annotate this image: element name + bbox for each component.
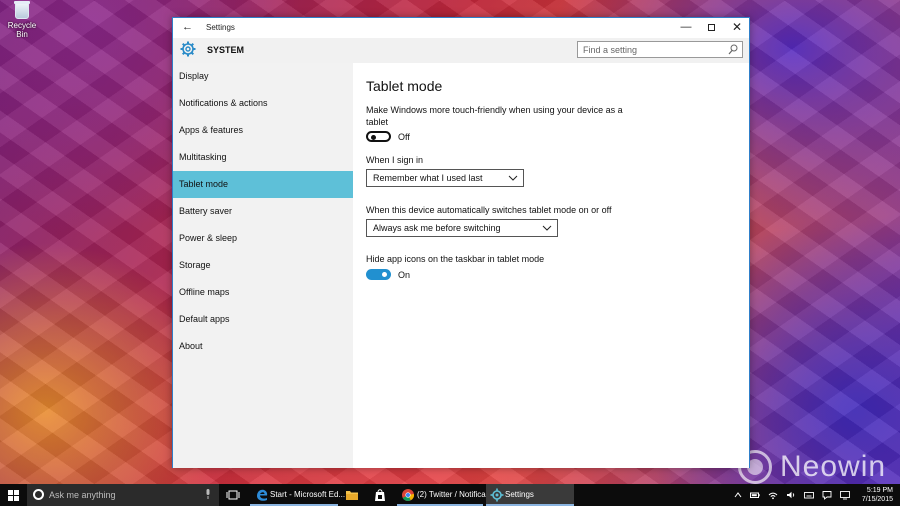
maximize-button[interactable] (698, 20, 724, 36)
notifications-icon[interactable] (822, 490, 832, 500)
sidebar-item-battery-saver[interactable]: Battery saver (173, 198, 353, 225)
hide-icons-label: Hide app icons on the taskbar in tablet … (366, 254, 545, 264)
neowin-watermark: Neowin (738, 450, 886, 484)
touch-friendly-description-line1: Make Windows more touch-friendly when us… (366, 105, 623, 115)
recycle-bin-label: Recycle Bin (7, 21, 37, 39)
start-button[interactable] (0, 484, 27, 506)
sidebar-item-multitasking[interactable]: Multitasking (173, 144, 353, 171)
windows-logo-icon (8, 490, 19, 501)
battery-icon[interactable] (750, 490, 760, 500)
sidebar-item-apps-features[interactable]: Apps & features (173, 117, 353, 144)
chevron-down-icon (542, 225, 552, 231)
keyboard-icon[interactable] (804, 490, 814, 500)
search-icon[interactable] (728, 44, 738, 55)
tablet-mode-state: Off (398, 132, 410, 142)
chevron-down-icon (508, 175, 518, 181)
search-input[interactable]: Find a setting (583, 45, 637, 55)
chevron-up-icon[interactable] (733, 490, 743, 500)
volume-icon[interactable] (786, 490, 796, 500)
sidebar-item-storage[interactable]: Storage (173, 252, 353, 279)
sidebar-item-default-apps[interactable]: Default apps (173, 306, 353, 333)
toggle-knob (371, 135, 376, 140)
desktop-icon[interactable] (840, 490, 850, 500)
chrome-icon (402, 489, 415, 501)
hide-icons-toggle[interactable] (366, 269, 391, 280)
back-arrow-icon[interactable]: ← (182, 21, 193, 33)
settings-window: ← Settings — ✕ SYSTEM Find a setting Dis… (172, 17, 750, 468)
task-view-icon[interactable] (226, 488, 240, 502)
tablet-mode-toggle[interactable] (366, 131, 391, 142)
sidebar-item-about[interactable]: About (173, 333, 353, 360)
taskbar-item-edge-label: Start - Microsoft Ed... (270, 490, 346, 499)
sign-in-label: When I sign in (366, 155, 424, 165)
search-box[interactable]: Find a setting (577, 41, 743, 58)
clock[interactable]: 5:19 PM 7/15/2015 (859, 486, 893, 504)
taskbar-item-chrome-label: (2) Twitter / Notifica... (417, 490, 493, 499)
taskbar-item-settings[interactable]: Settings (486, 484, 574, 506)
taskbar-item-settings-label: Settings (505, 490, 534, 499)
window-title: Settings (206, 23, 235, 32)
sidebar-item-offline-maps[interactable]: Offline maps (173, 279, 353, 306)
recycle-bin-icon (14, 1, 30, 19)
settings-gear-icon (490, 488, 504, 502)
taskbar-item-edge[interactable]: Start - Microsoft Ed... (250, 484, 345, 506)
minimize-button[interactable]: — (673, 20, 699, 36)
auto-switch-selected: Always ask me before switching (373, 223, 501, 233)
microphone-icon[interactable] (205, 489, 211, 499)
auto-switch-dropdown[interactable]: Always ask me before switching (366, 219, 558, 237)
network-icon[interactable] (768, 490, 778, 500)
store-icon[interactable] (373, 488, 387, 502)
section-title: SYSTEM (207, 45, 245, 55)
touch-friendly-description-line2: tablet (366, 117, 389, 127)
settings-header: SYSTEM Find a setting (173, 38, 749, 63)
sidebar: Display Notifications & actions Apps & f… (173, 63, 353, 468)
sidebar-item-notifications[interactable]: Notifications & actions (173, 90, 353, 117)
taskbar-item-chrome[interactable]: (2) Twitter / Notifica... (397, 484, 492, 506)
toggle-knob (382, 272, 387, 277)
recycle-bin-shortcut[interactable]: Recycle Bin (2, 1, 42, 39)
auto-switch-label: When this device automatically switches … (366, 205, 612, 215)
clock-date: 7/15/2015 (861, 496, 893, 503)
cortana-search-box[interactable]: Ask me anything (27, 484, 219, 506)
edge-icon (257, 489, 268, 501)
gear-icon (180, 41, 196, 57)
touch-friendly-description: Make Windows more touch-friendly when us… (366, 104, 623, 128)
sidebar-item-power-sleep[interactable]: Power & sleep (173, 225, 353, 252)
content-pane: Tablet mode Make Windows more touch-frie… (353, 63, 749, 468)
cortana-search-input[interactable]: Ask me anything (49, 490, 116, 500)
cortana-icon (33, 489, 44, 500)
hide-icons-state: On (398, 270, 411, 280)
sign-in-selected: Remember what I used last (373, 173, 483, 183)
taskbar: Ask me anything Start - Microsoft Ed... (0, 484, 900, 506)
maximize-icon (707, 23, 715, 31)
sidebar-item-display[interactable]: Display (173, 63, 353, 90)
close-button[interactable]: ✕ (724, 20, 750, 36)
page-title: Tablet mode (366, 78, 443, 94)
file-explorer-icon[interactable] (345, 488, 359, 502)
title-bar[interactable]: ← Settings — ✕ (173, 18, 749, 38)
sidebar-item-tablet-mode[interactable]: Tablet mode (173, 171, 353, 198)
neowin-watermark-text: Neowin (780, 450, 887, 483)
clock-time: 5:19 PM (866, 487, 893, 494)
sign-in-dropdown[interactable]: Remember what I used last (366, 169, 524, 187)
